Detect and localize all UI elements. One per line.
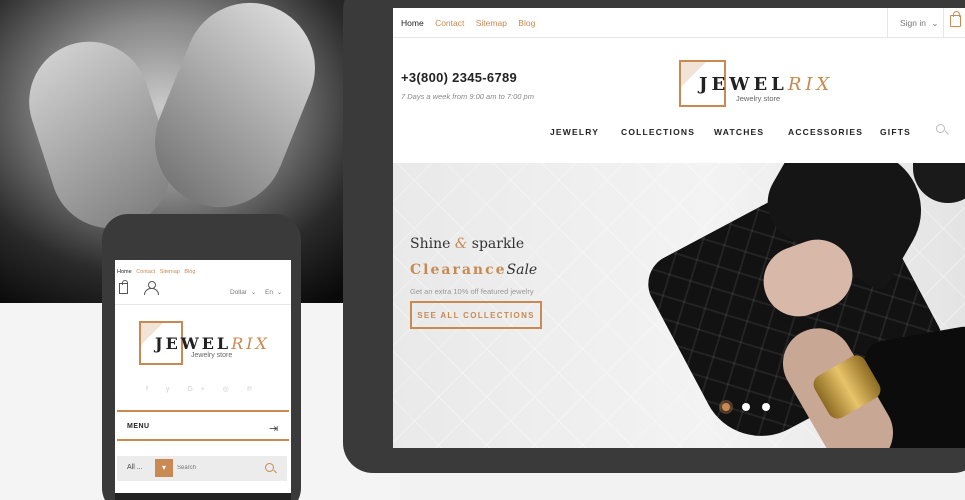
phone-link-home[interactable]: Home	[117, 269, 132, 275]
main-nav: JEWELRY COLLECTIONS WATCHES ACCESSORIES …	[393, 127, 965, 141]
tablet-top-links: Home Contact Sitemap Blog	[401, 18, 544, 28]
search-icon[interactable]	[936, 124, 945, 133]
hero-banner: Shine & sparkle ClearanceSale Get an ext…	[393, 163, 965, 448]
top-link-sitemap[interactable]: Sitemap	[476, 18, 507, 28]
phone-top-links: Home Contact Sitemap Blog	[117, 269, 198, 275]
see-all-collections-button[interactable]: SEE ALL COLLECTIONS	[410, 301, 542, 329]
menu-arrow-icon: ⇥	[269, 423, 279, 435]
currency-label: Dollar	[230, 289, 247, 296]
top-link-blog[interactable]: Blog	[518, 18, 535, 28]
user-icon[interactable]	[144, 281, 159, 295]
banner-model-head	[913, 163, 965, 203]
top-link-home[interactable]: Home	[401, 18, 424, 28]
tablet-top-bar: Home Contact Sitemap Blog Sign in ⌄	[393, 8, 965, 38]
shopping-bag-icon	[950, 11, 961, 27]
dropdown-icon[interactable]: ▾	[155, 459, 173, 477]
phone-link-sitemap[interactable]: Sitemap	[160, 269, 180, 275]
search-category[interactable]: All ...	[127, 464, 143, 471]
logo-wordmark: JEWELRIX	[699, 74, 833, 95]
social-icons[interactable]: f y G+ ◎ ℗	[115, 385, 291, 393]
opening-hours: 7 Days a week from 9:00 am to 7:00 pm	[401, 92, 534, 101]
logo-italic: RIX	[787, 74, 834, 95]
shopping-bag-icon[interactable]	[119, 280, 128, 294]
logo-wordmark: JEWELRIX	[155, 334, 270, 353]
headline-sparkle: sparkle	[471, 236, 525, 252]
chevron-down-icon: ⌄	[250, 289, 257, 296]
banner-sale-title: ClearanceSale	[410, 262, 537, 278]
search-input[interactable]	[173, 459, 253, 477]
top-link-contact[interactable]: Contact	[435, 18, 464, 28]
logo-bold: JEWEL	[155, 334, 232, 353]
banner-headline: Shine & sparkle	[410, 236, 524, 252]
cart-button[interactable]	[943, 8, 965, 38]
phone-number[interactable]: +3(800) 2345-6789	[401, 70, 517, 85]
sale-clearance: Clearance	[410, 262, 507, 278]
logo-tagline: Jewelry store	[736, 94, 781, 103]
nav-jewelry[interactable]: JEWELRY	[550, 127, 599, 137]
logo-italic: RIX	[231, 334, 270, 353]
language-label: En	[265, 289, 273, 296]
nav-gifts[interactable]: GIFTS	[880, 127, 911, 137]
currency-select[interactable]: Dollar ⌄	[230, 288, 256, 296]
phone-link-blog[interactable]: Blog	[184, 269, 195, 275]
menu-toggle[interactable]: MENU ⇥	[117, 410, 289, 441]
phone-screen: Home Contact Sitemap Blog Dollar ⌄ En ⌄ …	[115, 260, 291, 500]
phone-logo[interactable]: JEWELRIX Jewelry store	[137, 321, 277, 367]
logo-bold: JEWEL	[699, 74, 788, 95]
logo-tagline: Jewelry store	[191, 352, 233, 359]
headline-ampersand: &	[454, 236, 468, 252]
headline-shine: Shine	[410, 236, 451, 252]
signin-label: Sign in	[900, 18, 926, 28]
menu-label: MENU	[127, 423, 150, 430]
phone-bottom-image	[115, 493, 291, 500]
sale-word: Sale	[506, 262, 538, 278]
language-select[interactable]: En ⌄	[265, 288, 282, 296]
phone-link-contact[interactable]: Contact	[136, 269, 155, 275]
slider-dot-1[interactable]	[722, 403, 730, 411]
signin-button[interactable]: Sign in ⌄	[887, 8, 943, 38]
nav-collections[interactable]: COLLECTIONS	[621, 127, 695, 137]
search-icon[interactable]	[265, 463, 274, 472]
phone-divider	[115, 304, 291, 305]
banner-subtitle: Get an extra 10% off featured jewelry	[410, 287, 534, 296]
chevron-down-icon: ⌄	[931, 18, 939, 28]
phone-search-bar: All ... ▾	[117, 456, 287, 481]
slider-dot-2[interactable]	[742, 403, 750, 411]
slider-dot-3[interactable]	[762, 403, 770, 411]
tablet-screen: Home Contact Sitemap Blog Sign in ⌄ +3(8…	[393, 8, 965, 448]
nav-accessories[interactable]: ACCESSORIES	[788, 127, 863, 137]
chevron-down-icon: ⌄	[276, 289, 283, 296]
logo[interactable]: JEWELRIX Jewelry store	[677, 60, 829, 110]
nav-watches[interactable]: WATCHES	[714, 127, 764, 137]
